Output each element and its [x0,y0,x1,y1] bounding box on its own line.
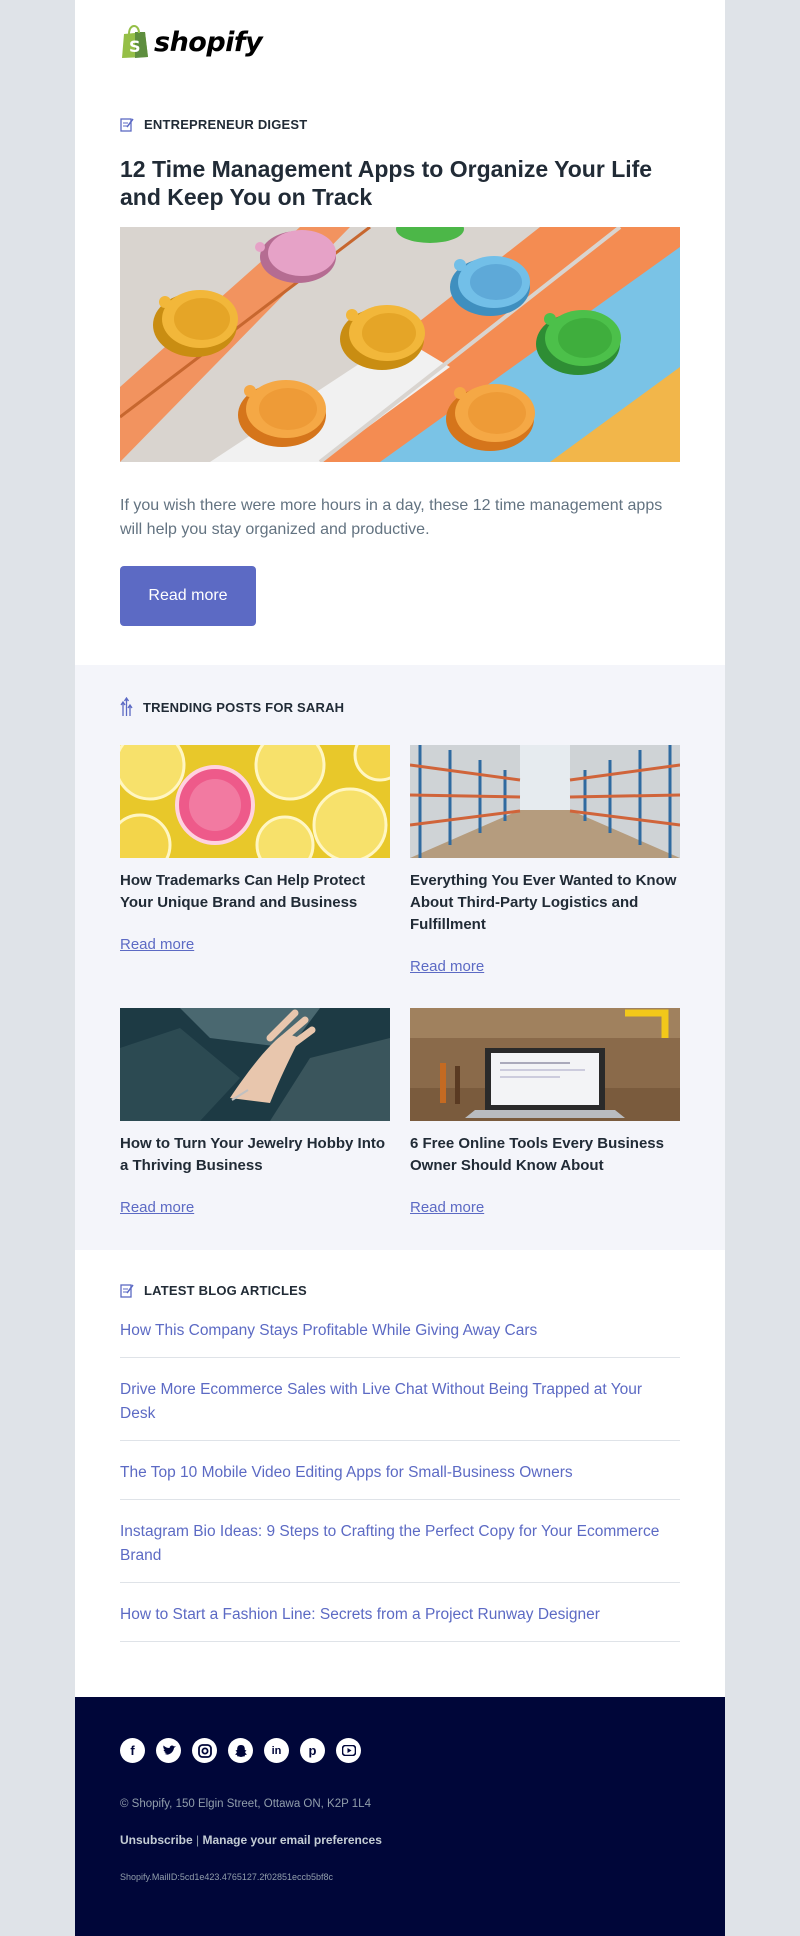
thumbnail-warehouse[interactable] [410,745,680,858]
clock-yellow-center [340,305,425,370]
instagram-icon[interactable] [192,1738,217,1763]
read-more-link[interactable]: Read more [120,936,390,953]
article-link[interactable]: How This Company Stays Profitable While … [120,1317,680,1358]
read-more-link[interactable]: Read more [410,1199,680,1216]
post-title[interactable]: Everything You Ever Wanted to Know About… [410,870,680,936]
section-label-trending: TRENDING POSTS FOR SARAH [120,697,344,717]
read-more-link[interactable]: Read more [410,958,680,975]
twitter-icon[interactable] [156,1738,181,1763]
clock-blue [450,256,530,316]
linkedin-icon[interactable]: in [264,1738,289,1763]
shopify-logo[interactable]: S shopify [120,25,263,59]
trending-card[interactable]: How to Turn Your Jewelry Hobby Into a Th… [120,1008,390,1216]
unsubscribe-link[interactable]: Unsubscribe [120,1833,193,1847]
thumbnail-laptop-workbench[interactable] [410,1008,680,1121]
company-address: © Shopify, 150 Elgin Street, Ottawa ON, … [120,1798,371,1810]
section-label-digest: ENTREPRENEUR DIGEST [120,117,307,132]
edit-note-icon [120,1284,134,1298]
clock-yellow-left [153,290,238,357]
hero-image-alarm-clocks[interactable] [120,227,680,462]
logo-text: shopify [154,26,263,58]
latest-articles-list: How This Company Stays Profitable While … [120,1317,680,1660]
hero-description: If you wish there were more hours in a d… [120,497,663,538]
trending-card[interactable]: How Trademarks Can Help Protect Your Uni… [120,745,390,953]
section-label-latest: LATEST BLOG ARTICLES [120,1283,307,1298]
mail-id: Shopify.MailID:5cd1e423.4765127.2f02851e… [120,1872,333,1882]
clock-orange-right [446,384,535,451]
post-title[interactable]: How to Turn Your Jewelry Hobby Into a Th… [120,1133,390,1177]
footer-links: Unsubscribe | Manage your email preferen… [120,1833,382,1847]
post-title[interactable]: How Trademarks Can Help Protect Your Uni… [120,870,390,914]
post-title[interactable]: 6 Free Online Tools Every Business Owner… [410,1133,680,1177]
pinterest-icon[interactable]: p [300,1738,325,1763]
trending-section: TRENDING POSTS FOR SARAH How Trademarks … [75,665,725,1250]
thumbnail-lemons[interactable] [120,745,390,858]
trending-card[interactable]: Everything You Ever Wanted to Know About… [410,745,680,975]
facebook-icon[interactable]: f [120,1738,145,1763]
read-more-link[interactable]: Read more [120,1199,390,1216]
email-container: S shopify ENTREPRENEUR DIGEST 12 Time Ma… [75,0,725,1936]
hero-title[interactable]: 12 Time Management Apps to Organize Your… [120,155,680,211]
manage-preferences-link[interactable]: Manage your email preferences [203,1833,382,1847]
trending-card[interactable]: 6 Free Online Tools Every Business Owner… [410,1008,680,1216]
edit-note-icon [120,118,134,132]
trending-arrows-icon [120,697,133,716]
social-links: f in p [120,1738,361,1763]
read-more-button[interactable]: Read more [120,566,256,626]
thumbnail-hand-on-rock[interactable] [120,1008,390,1121]
article-link[interactable]: Instagram Bio Ideas: 9 Steps to Crafting… [120,1518,680,1583]
article-link[interactable]: Drive More Ecommerce Sales with Live Cha… [120,1376,680,1441]
snapchat-icon[interactable] [228,1738,253,1763]
shopping-bag-icon: S [122,25,148,58]
article-link[interactable]: How to Start a Fashion Line: Secrets fro… [120,1601,680,1642]
article-link[interactable]: The Top 10 Mobile Video Editing Apps for… [120,1459,680,1500]
clock-orange-left [238,380,326,447]
link-separator: | [196,1833,200,1847]
footer: f in p © Shopify, 150 Elgin Street, Otta… [75,1697,725,1936]
clock-green [536,310,621,375]
svg-text:S: S [129,37,141,56]
youtube-icon[interactable] [336,1738,361,1763]
